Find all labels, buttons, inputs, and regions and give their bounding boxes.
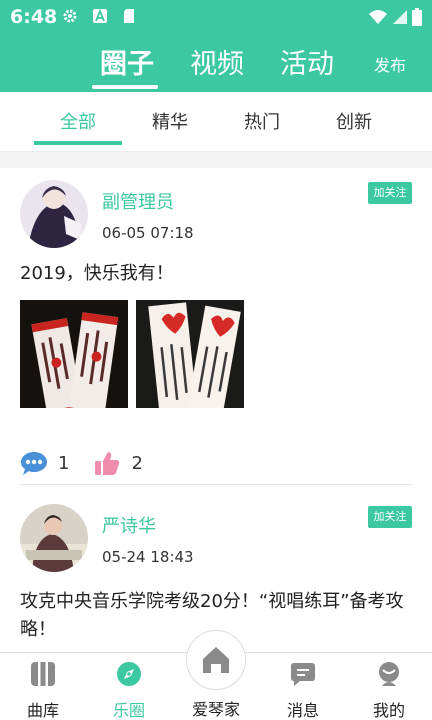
subtab-innovation[interactable]: 创新: [336, 108, 372, 134]
piano-keys-icon: [31, 662, 55, 686]
active-tab-indicator: [92, 85, 158, 89]
status-right: [368, 8, 422, 26]
subtab-all[interactable]: 全部: [60, 108, 96, 134]
post-card[interactable]: 副管理员 06-05 07:18 加关注 2019，快乐我有！ 1 2: [0, 168, 432, 486]
section-gap: [0, 152, 432, 168]
tab-activity[interactable]: 活动: [280, 42, 334, 81]
avatar-image: [20, 504, 88, 572]
like-count: 2: [131, 452, 143, 474]
post-photo[interactable]: [136, 300, 244, 408]
signal-icon: [393, 10, 407, 24]
comment-icon[interactable]: [20, 450, 48, 476]
photo-heart-bookmarks: [136, 300, 244, 408]
font-icon: [93, 8, 107, 23]
post-timestamp: 06-05 07:18: [102, 224, 194, 242]
sub-tabs: 全部 精华 热门 创新: [0, 92, 432, 152]
sd-card-icon: [124, 9, 134, 23]
publish-button[interactable]: 发布: [374, 52, 406, 76]
follow-button[interactable]: 加关注: [368, 506, 412, 528]
subtab-indicator: [34, 141, 122, 145]
home-icon: [203, 647, 229, 673]
post-card[interactable]: 严诗华 05-24 18:43 加关注 攻克中央音乐学院考级20分！“视唱练耳”…: [0, 486, 432, 652]
nav-home-button[interactable]: [186, 630, 246, 690]
compass-icon: [117, 662, 141, 686]
post-username[interactable]: 副管理员: [102, 188, 174, 214]
subtab-hot[interactable]: 热门: [244, 108, 280, 134]
status-time: 6:48: [10, 6, 58, 28]
profile-icon: [379, 662, 399, 686]
post-photo[interactable]: [20, 300, 128, 408]
message-icon: [291, 663, 315, 686]
subtab-featured[interactable]: 精华: [152, 108, 188, 134]
tab-video[interactable]: 视频: [190, 42, 244, 81]
settings-icon: [63, 9, 77, 23]
like-icon[interactable]: [93, 449, 121, 477]
post-username[interactable]: 严诗华: [102, 512, 156, 538]
nav-home-label: 爱琴家: [191, 700, 240, 719]
follow-button[interactable]: 加关注: [368, 182, 412, 204]
comment-count: 1: [58, 452, 70, 474]
app-header: 6:48 圈子 视频 活动 发布: [0, 0, 432, 92]
post-timestamp: 05-24 18:43: [102, 548, 194, 566]
wifi-icon: [369, 10, 387, 24]
tab-circle[interactable]: 圈子: [100, 42, 154, 81]
post-divider: [20, 484, 412, 485]
top-tabs: 圈子 视频 活动 发布: [0, 42, 432, 89]
battery-icon: [412, 8, 422, 26]
avatar-image: [20, 180, 88, 248]
avatar[interactable]: [20, 180, 88, 248]
post-content: 2019，快乐我有！: [20, 263, 174, 284]
status-bar: 6:48: [0, 0, 432, 34]
post-stats: 1 2: [20, 448, 167, 478]
avatar[interactable]: [20, 504, 88, 572]
photo-red-envelopes: [20, 300, 128, 408]
